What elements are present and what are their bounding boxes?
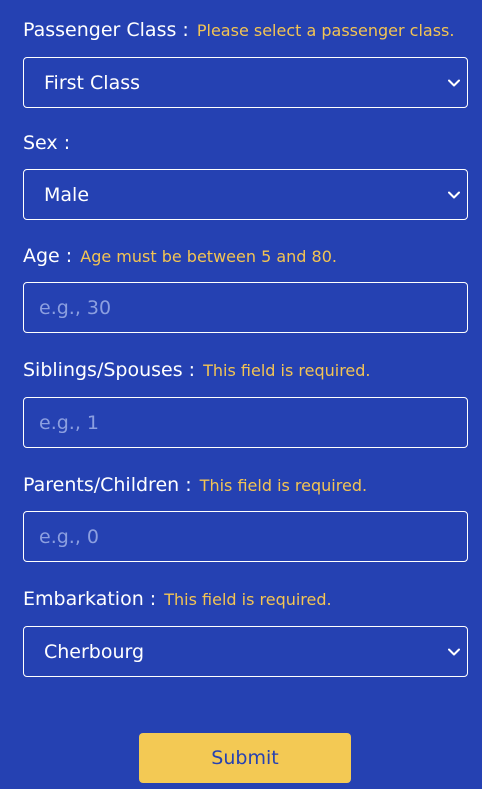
chevron-down-icon <box>447 645 461 659</box>
sibsp-placeholder: e.g., 1 <box>39 411 99 434</box>
age-input[interactable]: e.g., 30 <box>23 282 468 333</box>
sex-label: Sex : <box>23 132 71 154</box>
sex-select[interactable]: Male <box>23 169 468 220</box>
pclass-select[interactable]: First Class <box>23 57 468 108</box>
embarked-select-value: Cherbourg <box>44 640 145 663</box>
embarked-error: This field is required. <box>164 590 332 609</box>
embarked-select[interactable]: Cherbourg <box>23 626 468 677</box>
pclass-select-value: First Class <box>44 71 141 94</box>
sex-select-value: Male <box>44 183 90 206</box>
age-error: Age must be between 5 and 80. <box>80 247 337 266</box>
sibsp-label: Siblings/Spouses : <box>23 359 196 381</box>
parch-error: This field is required. <box>199 476 368 495</box>
submit-button[interactable]: Submit <box>139 733 351 783</box>
sibsp-input[interactable]: e.g., 1 <box>23 397 468 448</box>
age-label: Age : <box>23 245 73 267</box>
age-label-row: Age : Age must be between 5 and 80. <box>23 244 337 269</box>
embarked-label: Embarkation : <box>23 588 157 610</box>
chevron-down-icon <box>447 76 461 90</box>
parch-input[interactable]: e.g., 0 <box>23 511 468 562</box>
pclass-error: Please select a passenger class. <box>196 21 455 40</box>
chevron-down-icon <box>447 188 461 202</box>
parch-label: Parents/Children : <box>23 474 192 496</box>
pclass-label: Passenger Class : <box>23 19 189 41</box>
embarked-label-row: Embarkation : This field is required. <box>23 587 332 612</box>
parch-label-row: Parents/Children : This field is require… <box>23 473 367 498</box>
pclass-label-row: Passenger Class : Please select a passen… <box>23 18 454 43</box>
sibsp-error: This field is required. <box>203 361 371 380</box>
age-placeholder: e.g., 30 <box>39 296 112 319</box>
sex-label-row: Sex : <box>23 131 70 155</box>
parch-placeholder: e.g., 0 <box>39 525 99 548</box>
sibsp-label-row: Siblings/Spouses : This field is require… <box>23 358 371 383</box>
